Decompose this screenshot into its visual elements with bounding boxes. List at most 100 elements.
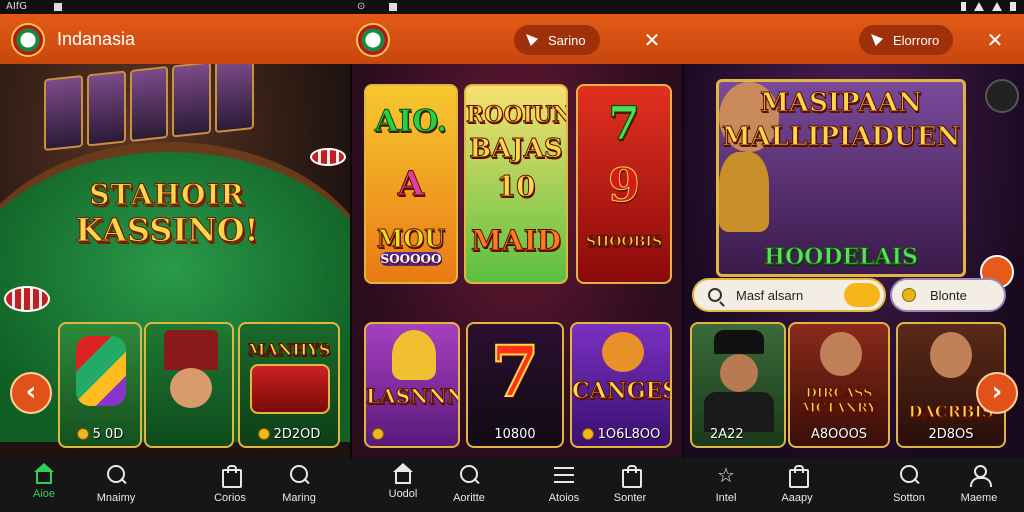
nav-label: Atoios [548,492,580,504]
status-center-glyph: ⊙ [357,1,366,12]
nav-item-aaapy[interactable]: Aaapy [757,464,837,504]
search-field[interactable]: Masf alsarn [692,278,886,312]
search-icon [898,464,920,486]
status-bar: AIfG ⊙ [0,0,1024,14]
slot-bottom-text: MOU [376,224,446,254]
slot-game-card[interactable]: ROOIUNO BAJAS 10 MAID [464,84,568,284]
bag-icon [219,464,242,488]
player-portrait [215,64,254,134]
card-caption: 2D8OS [928,427,974,442]
nav-label: Uodol [388,488,418,500]
treasure-chest [250,364,330,414]
app-logo[interactable] [11,23,45,57]
game-card[interactable]: 5 0D [58,322,142,448]
nav-label: Intel [715,492,737,504]
slot-bottom-text: SHOOBIS [585,234,663,251]
game-card[interactable]: MANHYS 2D2OD [238,322,340,448]
nav-item-maeme[interactable]: Maeme [939,464,1019,504]
nav-item-mnaimy[interactable]: Mnaimy [76,464,156,504]
nav-item-sotton[interactable]: Sotton [869,464,949,504]
character-face [930,332,972,378]
nav-label: Mnaimy [96,492,136,504]
game-card[interactable]: 7 10800 [466,322,564,448]
search-icon [458,464,480,486]
bluetooth-icon [961,2,966,11]
nav-label: Aioe [32,488,56,500]
nav-label: Maeme [960,492,998,504]
slot-title: AIO. [374,104,448,140]
player-portraits [44,64,254,152]
slot-symbol: A [397,164,425,205]
sarino-button[interactable]: Sarino [514,25,600,55]
player-portrait [44,74,83,152]
game-card[interactable]: CANGES 1O6L8OO [570,322,672,448]
game-card[interactable] [144,322,234,448]
card-caption: A8OOOS [810,427,868,442]
card-caption: 10800 [494,427,536,442]
player-portrait [86,70,126,147]
search-icon [708,288,722,302]
search-submit-button[interactable] [844,283,880,307]
nav-label: Aoritte [453,492,485,504]
flag-icon [871,34,883,46]
slots-panel[interactable]: AIO. A MOU SOOOOO ROOIUNO BAJAS 10 MAID … [352,64,682,458]
blonte-chip[interactable]: Blonte [890,278,1006,312]
banner-line1: STAHOIR [89,178,245,212]
casino-banner: STAHOIR KASSINO! [68,178,266,250]
coin-icon [372,428,384,440]
chip-stack [4,286,50,312]
nav-item-intel[interactable]: ☆ Intel [686,464,766,504]
close-icon[interactable]: ✕ [642,30,662,50]
signal-icon [974,2,984,11]
player-portrait [172,64,212,138]
system-icons [961,2,1016,11]
character-hair [392,330,436,380]
sarino-label: Sarino [548,32,586,48]
card-title: 7 [490,329,541,414]
nav-label: Aaapy [781,492,813,504]
battery-icon [1010,2,1016,11]
hero-line3: HOODELAIS [764,244,919,271]
slot-title: 7 [607,96,640,151]
slot-title: ROOIUNO [466,102,566,129]
nav-label: Corios [214,492,246,504]
coin-icon [581,428,594,440]
elorroro-button[interactable]: Elorroro [859,25,954,55]
app-screen: AIfG ⊙ Indanasia Sarino ✕ Elorroro ✕ STA… [0,0,1024,512]
user-icon [968,464,992,487]
slot-game-card[interactable]: AIO. A MOU SOOOOO [364,84,458,284]
card-title: LASNNN [366,384,460,409]
fox-character [602,332,644,372]
app-bar: Indanasia Sarino ✕ Elorroro ✕ [0,14,1024,64]
slot-subtext: SOOOOO [380,252,442,266]
nav-item-maring[interactable]: Maring [259,464,339,504]
casino-chip-logo[interactable] [356,23,390,57]
slot-line3: 10 [496,170,536,204]
featured-banner[interactable]: MASIPAAN MALLIPIADUEN HOODELAIS [716,79,966,277]
game-card[interactable]: LASNNN [364,322,460,448]
game-card[interactable]: DIRCASS MCTANRY A8OOOS [788,322,890,448]
nav-label: Sonter [613,492,647,504]
casino-table-panel[interactable]: STAHOIR KASSINO! 5 0D MANHYS 2D2OD ‹ [0,64,350,458]
game-art [76,336,126,406]
nav-item-corios[interactable]: Corios [190,464,270,504]
nav-item-aioe[interactable]: Aioe [4,463,84,500]
card-caption: 1O6L8OO [572,427,670,442]
previous-arrow-button[interactable]: ‹ [10,372,52,414]
card-title: MANHYS [247,340,331,360]
slot-game-card[interactable]: 7 9 SHOOBIS [576,84,672,284]
close-icon[interactable]: ✕ [985,30,1005,50]
nav-item-aoritte[interactable]: Aoritte [429,464,509,504]
run-icon[interactable] [985,79,1019,113]
search-text: Masf alsarn [736,287,804,303]
featured-panel[interactable]: MASIPAAN MALLIPIADUEN HOODELAIS Masf als… [684,64,1024,458]
coin-icon [257,428,270,440]
game-card[interactable]: 2A22 [690,322,786,448]
card-title: DIRCASS MCTANRY [801,386,877,417]
bottom-navigation: Aioe Mnaimy Corios Maring Uodol Aoritte … [0,458,1024,512]
player-portrait [129,65,169,143]
nav-item-sonter[interactable]: Sonter [590,464,670,504]
coin-icon [76,428,89,440]
next-arrow-button[interactable]: › [976,372,1018,414]
hero-line2: MALLIPIADUEN [721,122,961,153]
